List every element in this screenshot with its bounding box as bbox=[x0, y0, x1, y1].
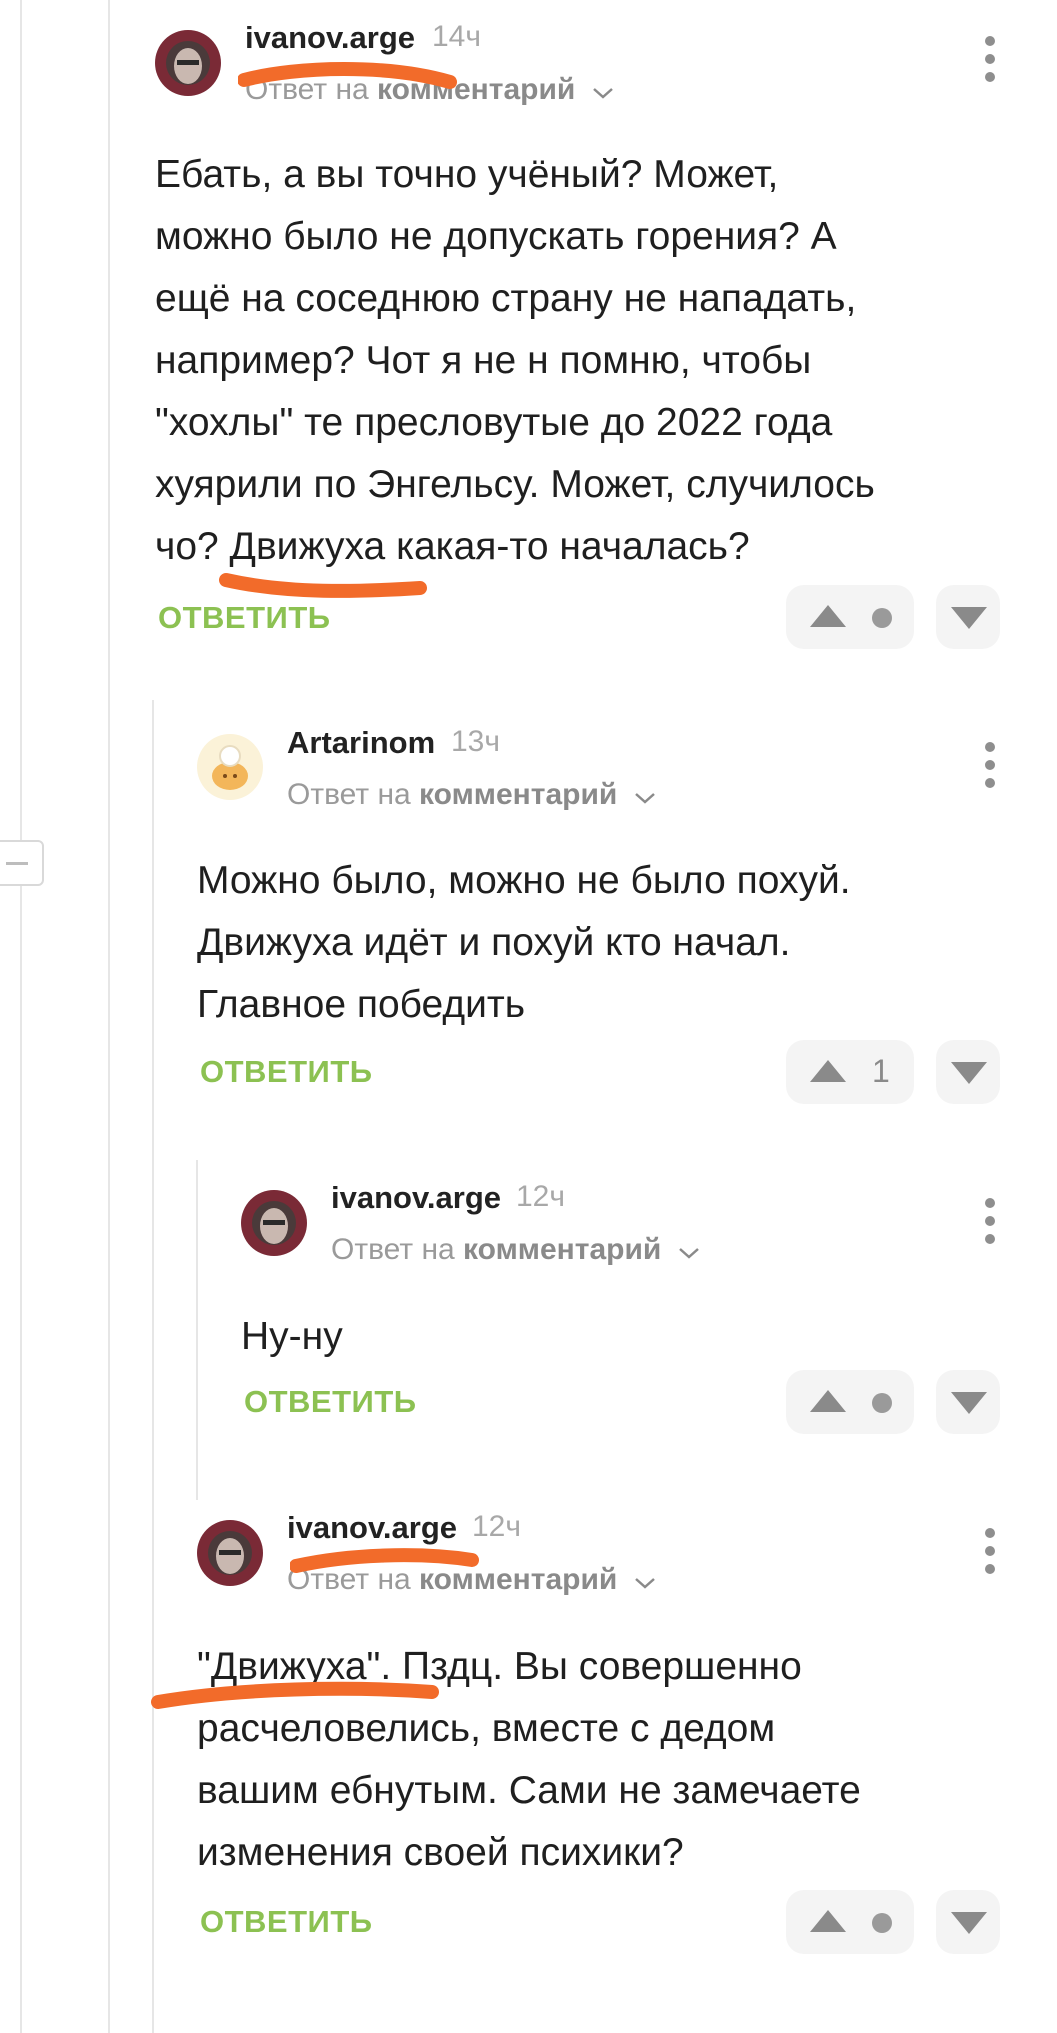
thread-line-level3 bbox=[196, 1160, 198, 1500]
reply-to-link[interactable]: Ответ на комментарий bbox=[331, 1233, 700, 1268]
score-indicator bbox=[872, 1393, 892, 1413]
downvote-button[interactable] bbox=[936, 1040, 1000, 1104]
downvote-button[interactable] bbox=[936, 1890, 1000, 1954]
score-count: 1 bbox=[872, 1053, 890, 1089]
reply-to-prefix: Ответ на bbox=[287, 778, 411, 811]
comment-line: Ну-ну bbox=[241, 1315, 343, 1358]
more-vertical-icon[interactable] bbox=[978, 742, 1002, 788]
score-indicator bbox=[872, 1913, 892, 1933]
vote-panel bbox=[786, 1370, 914, 1434]
avatar[interactable] bbox=[197, 734, 263, 800]
comment-time: 12ч bbox=[472, 1510, 521, 1543]
reply-to-link[interactable]: Ответ на комментарий bbox=[287, 778, 656, 813]
upvote-arrow-icon[interactable] bbox=[808, 1908, 848, 1934]
vote-panel bbox=[786, 1890, 914, 1954]
comment-line: ещё на соседнюю страну не нападать, bbox=[155, 277, 857, 320]
upvote-arrow-icon[interactable] bbox=[808, 1058, 848, 1084]
comment-line: хуярили по Энгельсу. Может, случилось bbox=[155, 463, 875, 506]
comment-line: Ебать, а вы точно учёный? Может, bbox=[155, 153, 779, 196]
highlight-stroke-username-1 bbox=[238, 62, 457, 89]
more-vertical-icon[interactable] bbox=[978, 36, 1002, 82]
upvote-arrow-icon[interactable] bbox=[808, 603, 848, 629]
downvote-arrow-icon bbox=[951, 1912, 987, 1934]
comment-body: Можно было, можно не было похуй. Движуха… bbox=[197, 850, 851, 1036]
thread-line-level2 bbox=[152, 700, 154, 2033]
comment-body: Ебать, а вы точно учёный? Может, можно б… bbox=[155, 144, 875, 578]
vote-panel bbox=[786, 585, 914, 649]
reply-button[interactable]: ОТВЕТИТЬ bbox=[200, 1904, 373, 1940]
comment-time: 13ч bbox=[451, 725, 500, 758]
comment-body: "Движуха". Пздц. Вы совершенно расчелове… bbox=[197, 1636, 861, 1884]
avatar[interactable] bbox=[155, 30, 221, 96]
thread-line-outer bbox=[20, 0, 22, 2033]
highlight-stroke-username-2 bbox=[290, 1548, 479, 1573]
reply-button[interactable]: ОТВЕТИТЬ bbox=[244, 1384, 417, 1420]
reply-to-target: комментарий bbox=[419, 778, 618, 811]
comment-line: например? Чот я не н помню, чтобы bbox=[155, 339, 812, 382]
comment-username[interactable]: ivanov.arge bbox=[245, 20, 415, 56]
downvote-button[interactable] bbox=[936, 1370, 1000, 1434]
comment-line: изменения своей психики? bbox=[197, 1831, 684, 1874]
avatar[interactable] bbox=[197, 1520, 263, 1586]
more-vertical-icon[interactable] bbox=[978, 1528, 1002, 1574]
chevron-down-icon bbox=[634, 779, 656, 813]
comment-line: Движуха идёт и похуй кто начал. bbox=[197, 921, 791, 964]
comment-line: Можно было, можно не было похуй. bbox=[197, 859, 851, 902]
collapse-thread-button[interactable] bbox=[0, 840, 44, 886]
comment-line: Главное победить bbox=[197, 983, 526, 1026]
chevron-down-icon bbox=[634, 1564, 656, 1598]
comment-body: Ну-ну bbox=[241, 1306, 343, 1368]
more-vertical-icon[interactable] bbox=[978, 1198, 1002, 1244]
reply-button[interactable]: ОТВЕТИТЬ bbox=[158, 600, 331, 636]
downvote-arrow-icon bbox=[951, 1392, 987, 1414]
downvote-arrow-icon bbox=[951, 1062, 987, 1084]
reply-button[interactable]: ОТВЕТИТЬ bbox=[200, 1054, 373, 1090]
upvote-arrow-icon[interactable] bbox=[808, 1388, 848, 1414]
highlight-stroke-word-1 bbox=[219, 573, 427, 598]
highlight-stroke-word-2 bbox=[151, 1681, 439, 1709]
downvote-button[interactable] bbox=[936, 585, 1000, 649]
reply-to-target: комментарий bbox=[463, 1233, 662, 1266]
chevron-down-icon bbox=[592, 74, 614, 108]
comment-line: можно было не допускать горения? А bbox=[155, 215, 837, 258]
thread-line-level1 bbox=[108, 0, 110, 2033]
comment-line: вашим ебнутым. Сами не замечаете bbox=[197, 1769, 861, 1812]
comment-time: 14ч bbox=[432, 20, 481, 53]
reply-to-prefix: Ответ на bbox=[331, 1233, 455, 1266]
comment-time: 12ч bbox=[516, 1180, 565, 1213]
comment-username[interactable]: ivanov.arge bbox=[331, 1180, 501, 1216]
comment-line: "хохлы" те пресловутые до 2022 года bbox=[155, 401, 833, 444]
downvote-arrow-icon bbox=[951, 607, 987, 629]
comment-username[interactable]: Artarinom bbox=[287, 725, 435, 761]
chevron-down-icon bbox=[678, 1234, 700, 1268]
comment-username[interactable]: ivanov.arge bbox=[287, 1510, 457, 1546]
avatar[interactable] bbox=[241, 1190, 307, 1256]
vote-panel: 1 bbox=[786, 1040, 914, 1104]
score-indicator bbox=[872, 608, 892, 628]
